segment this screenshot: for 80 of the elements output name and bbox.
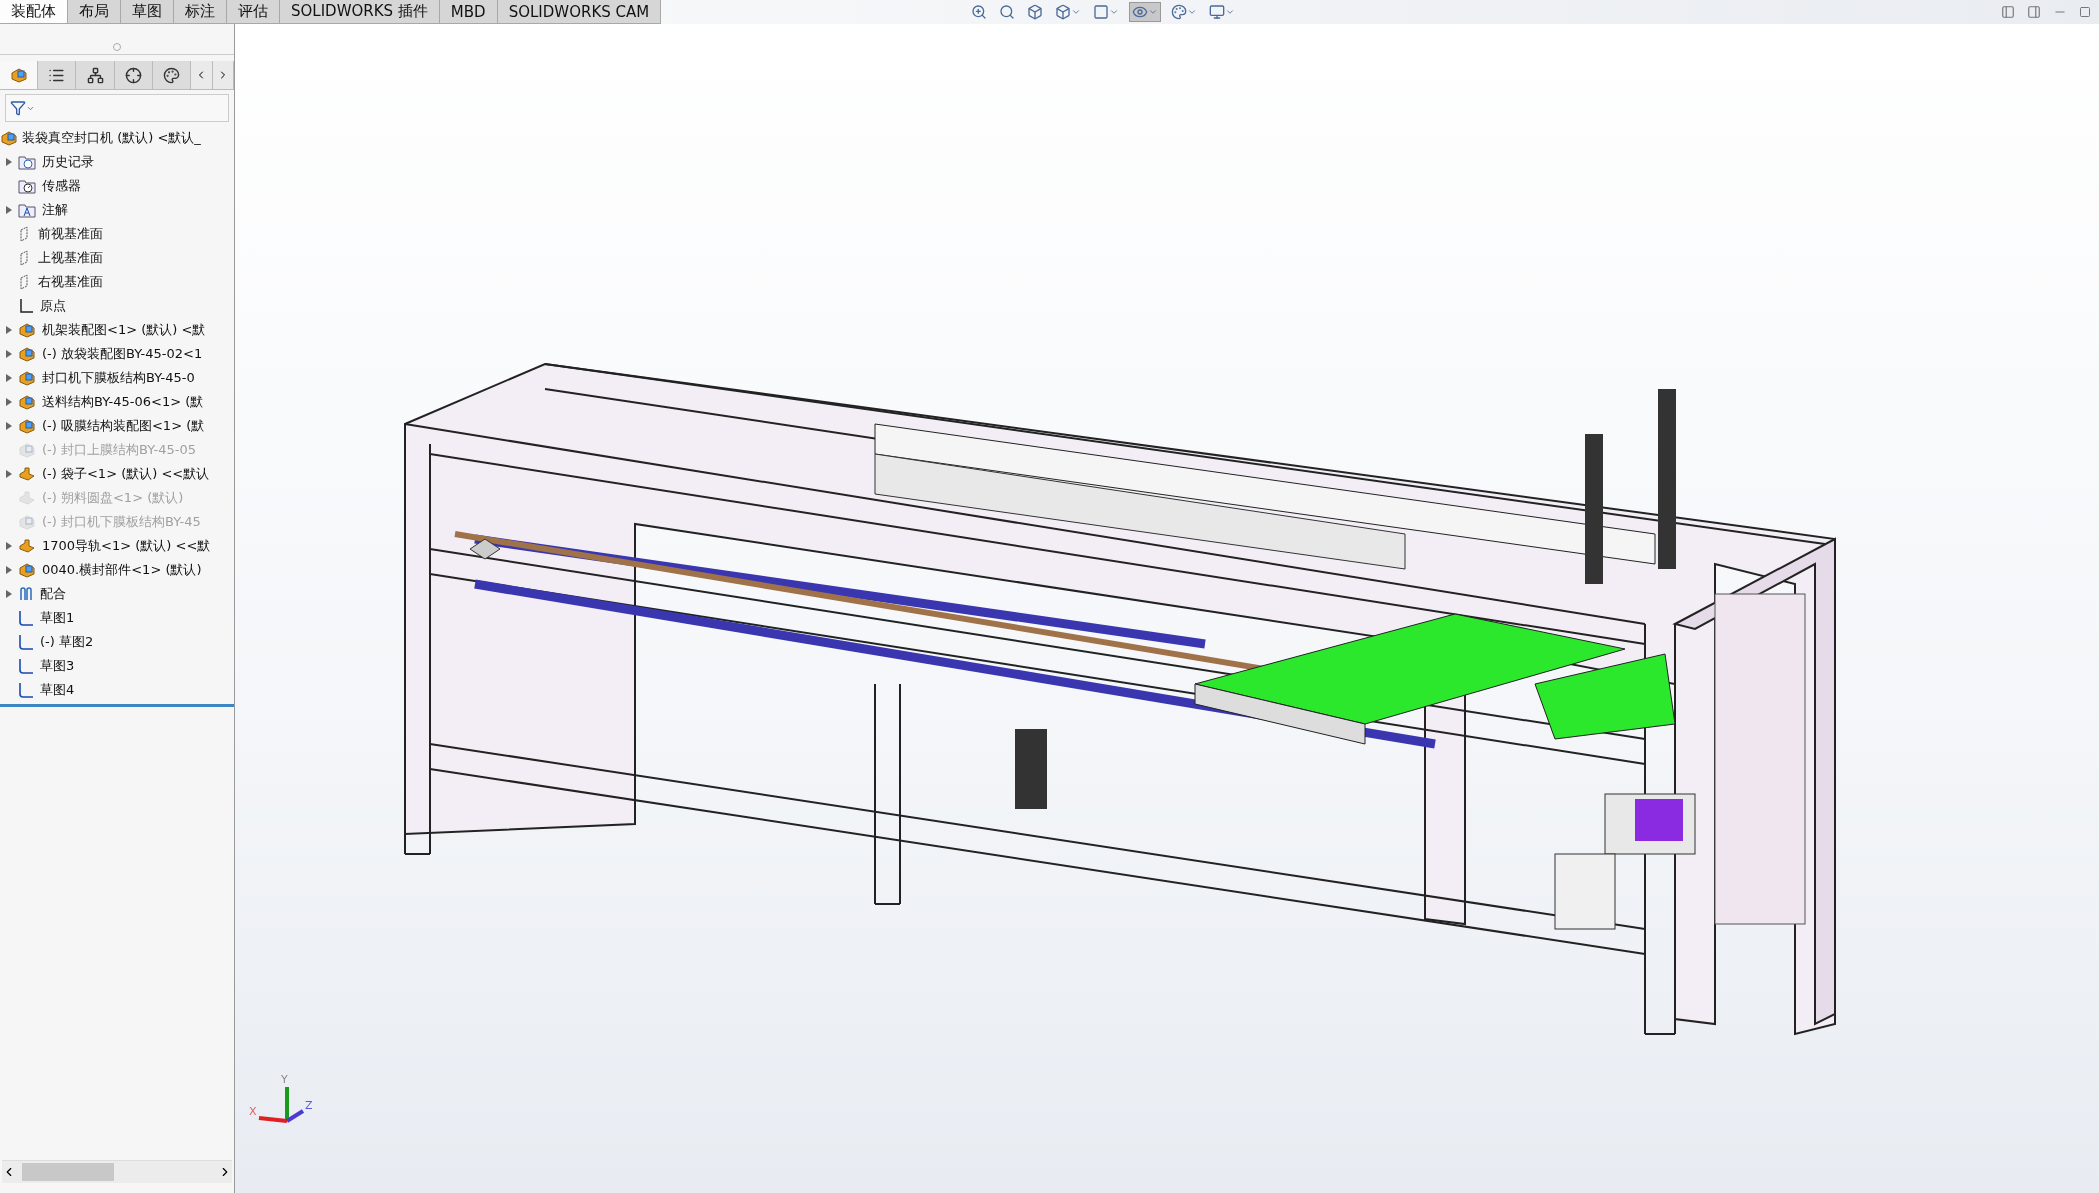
- expand-arrow-icon[interactable]: [6, 542, 12, 550]
- tree-item[interactable]: 草图3: [40, 657, 75, 675]
- part-icon: [18, 466, 36, 482]
- assembly-icon: [18, 514, 36, 530]
- tree-item[interactable]: 1700导轨<1> (默认) <<默: [42, 537, 211, 555]
- tree-item[interactable]: 注解: [42, 201, 68, 219]
- annotation-folder-icon: [18, 202, 36, 218]
- command-tab[interactable]: 布局: [68, 0, 121, 24]
- expand-arrow-icon[interactable]: [6, 158, 12, 166]
- assembly-icon: [0, 130, 18, 146]
- assembly-icon: [18, 418, 36, 434]
- expand-arrow-icon[interactable]: [6, 326, 12, 334]
- tree-item[interactable]: (-) 吸膜结构装配图<1> (默: [42, 417, 205, 435]
- tree-item[interactable]: 送料结构BY-45-06<1> (默: [42, 393, 204, 411]
- panel-tab[interactable]: [152, 61, 192, 89]
- assembly-icon: [9, 67, 28, 83]
- origin-icon: [18, 298, 34, 314]
- tree-item[interactable]: 右视基准面: [38, 273, 103, 291]
- expand-arrow-icon[interactable]: [6, 374, 12, 382]
- tree-item[interactable]: (-) 袋子<1> (默认) <<默认: [42, 465, 210, 483]
- tree-item[interactable]: 封口机下膜板结构BY-45-0: [42, 369, 195, 387]
- expand-arrow-icon[interactable]: [6, 590, 12, 598]
- part-icon: [18, 490, 36, 506]
- command-tab[interactable]: SOLIDWORKS 插件: [280, 0, 440, 24]
- command-tab[interactable]: 标注: [174, 0, 227, 24]
- command-tab[interactable]: SOLIDWORKS CAM: [497, 0, 662, 24]
- restore-button[interactable]: [2079, 6, 2091, 18]
- assembly-icon: [18, 394, 36, 410]
- tree-item[interactable]: 草图4: [40, 681, 75, 699]
- assembly-icon: [18, 442, 36, 458]
- sensor-folder-icon: [18, 178, 36, 194]
- sketch-icon: [18, 682, 34, 698]
- sketch-icon: [18, 634, 34, 650]
- tree-item[interactable]: 机架装配图<1> (默认) <默: [42, 321, 206, 339]
- panel-left-button[interactable]: [2001, 5, 2015, 19]
- expand-arrow-icon[interactable]: [6, 398, 12, 406]
- expand-arrow-icon[interactable]: [6, 206, 12, 214]
- history-folder-icon: [18, 154, 36, 170]
- expand-arrow-icon[interactable]: [6, 350, 12, 358]
- hide-show-button[interactable]: [1129, 2, 1162, 22]
- tree-item[interactable]: (-) 放袋装配图BY-45-02<1: [42, 345, 203, 363]
- sketch-icon: [18, 658, 34, 674]
- tree-item[interactable]: 0040.横封部件<1> (默认): [42, 561, 202, 579]
- assembly-icon: [18, 322, 36, 338]
- tree-structure-icon: [86, 66, 104, 84]
- expand-arrow-icon[interactable]: [6, 422, 12, 430]
- square-icon: [1093, 4, 1110, 20]
- tree-item[interactable]: 装袋真空封口机 (默认) <默认_: [22, 129, 201, 147]
- horizontal-scrollbar[interactable]: [2, 1160, 232, 1183]
- command-tab[interactable]: 草图: [121, 0, 174, 24]
- tree-item[interactable]: 前视基准面: [38, 225, 103, 243]
- assembly-icon: [18, 370, 36, 386]
- command-tab[interactable]: 装配体: [0, 0, 68, 24]
- tree-item[interactable]: 历史记录: [42, 153, 94, 171]
- filter-icon: [10, 100, 26, 116]
- tree-item[interactable]: 传感器: [42, 177, 81, 195]
- part-icon: [18, 538, 36, 554]
- palette-icon: [1171, 4, 1188, 20]
- panel-tab[interactable]: [114, 61, 153, 89]
- command-tab[interactable]: 评估: [227, 0, 280, 24]
- tree-item[interactable]: 原点: [40, 297, 66, 315]
- palette-icon: [163, 66, 180, 84]
- monitor-icon: [1209, 4, 1226, 20]
- filter-field[interactable]: [5, 94, 229, 122]
- tree-item[interactable]: 上视基准面: [38, 249, 103, 267]
- expand-arrow-icon[interactable]: [6, 566, 12, 574]
- expand-arrow-icon[interactable]: [6, 470, 12, 478]
- cube-icon: [1055, 4, 1072, 20]
- assembly-icon: [18, 346, 36, 362]
- assembly-icon: [18, 562, 36, 578]
- tree-item[interactable]: 配合: [40, 585, 66, 603]
- eye-icon: [1132, 4, 1149, 20]
- crosshair-icon: [124, 66, 142, 84]
- sketch-icon: [18, 610, 34, 626]
- panel-right-button[interactable]: [2027, 5, 2041, 19]
- tree-item[interactable]: 草图1: [40, 609, 75, 627]
- tree-item[interactable]: (-) 草图2: [40, 633, 94, 651]
- command-tab[interactable]: MBD: [439, 0, 498, 24]
- panel-tab[interactable]: [76, 61, 115, 89]
- panel-tab[interactable]: [38, 61, 77, 89]
